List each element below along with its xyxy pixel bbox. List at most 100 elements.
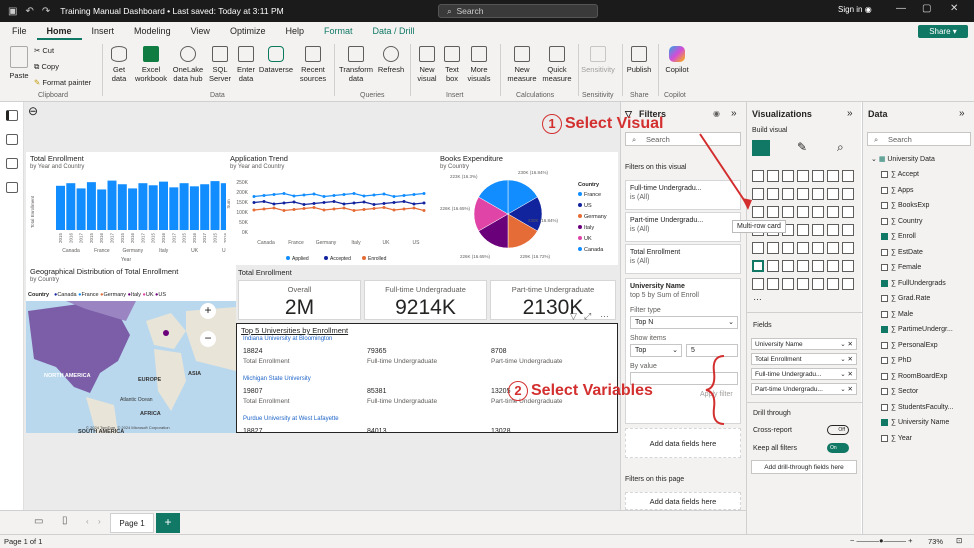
zoom-slider[interactable]: − ———●——— + xyxy=(850,536,912,545)
publish-button[interactable]: Publish xyxy=(624,46,654,74)
total-enrollment-chart[interactable]: Total Enrollment by Year and Country 201… xyxy=(26,152,226,265)
field-checkbox[interactable] xyxy=(881,357,888,364)
field-well-item[interactable]: Total Enrollment ⌄ ✕ xyxy=(751,353,857,365)
visual-type-icon[interactable] xyxy=(827,170,839,182)
visual-type-icon[interactable] xyxy=(812,170,824,182)
visual-type-icon[interactable] xyxy=(782,170,794,182)
minimize-icon[interactable]: — xyxy=(896,3,906,14)
global-search[interactable]: ⌕ Search xyxy=(438,4,598,18)
remove-field-icon[interactable]: ⌄ ✕ xyxy=(840,384,853,394)
data-field-item[interactable]: ∑ Country xyxy=(881,217,922,225)
tab-file[interactable]: File xyxy=(0,22,37,40)
redo-icon[interactable]: ↷ xyxy=(42,6,50,17)
focus-mode-icon[interactable]: ⤢ xyxy=(584,311,591,322)
visual-type-icon[interactable] xyxy=(812,260,824,272)
collapse-icon[interactable]: » xyxy=(959,108,965,119)
field-checkbox[interactable] xyxy=(881,217,888,225)
visual-type-icon[interactable] xyxy=(842,206,854,218)
data-field-item[interactable]: ∑ RoomBoardExp xyxy=(881,372,947,380)
data-field-item[interactable]: ∑ PartimeUndergr... xyxy=(881,326,953,333)
card-part-time[interactable]: Part-time Undergraduate 2130K xyxy=(490,280,616,320)
data-field-item[interactable]: ∑ Grad.Rate xyxy=(881,295,930,302)
sign-in[interactable]: Sign in ◉ xyxy=(838,5,872,14)
visual-type-icon[interactable] xyxy=(767,260,779,272)
data-field-item[interactable]: ∑ Year xyxy=(881,434,912,442)
visual-type-icon[interactable] xyxy=(782,278,794,290)
university-name-link[interactable]: Purdue University at West Lafayette xyxy=(243,416,339,422)
data-field-item[interactable]: ∑ Apps xyxy=(881,186,914,194)
filter-type-select[interactable]: Top N ⌄ xyxy=(630,316,738,329)
item-count-input[interactable]: 5 xyxy=(686,344,738,357)
more-visuals-icon[interactable]: … xyxy=(753,292,762,302)
visual-type-icon[interactable] xyxy=(752,206,764,218)
visual-type-icon[interactable] xyxy=(797,224,809,236)
field-checkbox[interactable] xyxy=(881,419,888,426)
visual-type-icon[interactable] xyxy=(797,278,809,290)
tab-home[interactable]: Home xyxy=(36,22,82,40)
field-checkbox[interactable] xyxy=(881,341,888,349)
transform-data-button[interactable]: Transform data xyxy=(338,46,374,83)
visual-type-icon[interactable] xyxy=(812,206,824,218)
visual-type-icon[interactable] xyxy=(752,170,764,182)
add-page-button[interactable]: + xyxy=(156,513,180,533)
dataverse-button[interactable]: Dataverse xyxy=(258,46,294,74)
collapse-icon[interactable]: » xyxy=(731,108,737,119)
data-field-item[interactable]: ∑ BooksExp xyxy=(881,202,929,209)
field-well-item[interactable]: Full-time Undergradu... ⌄ ✕ xyxy=(751,368,857,380)
field-checkbox[interactable] xyxy=(881,403,888,411)
visual-type-icon[interactable] xyxy=(827,278,839,290)
visual-type-icon[interactable] xyxy=(797,170,809,182)
data-field-item[interactable]: ∑ Accept xyxy=(881,171,919,178)
refresh-button[interactable]: Refresh xyxy=(376,46,406,74)
visual-type-icon[interactable] xyxy=(767,206,779,218)
field-checkbox[interactable] xyxy=(881,202,888,209)
field-checkbox[interactable] xyxy=(881,186,888,194)
visual-type-icon[interactable] xyxy=(767,278,779,290)
share-button[interactable]: Share ▾ xyxy=(918,25,968,38)
remove-field-icon[interactable]: ⌄ ✕ xyxy=(840,369,853,379)
analytics-tab-icon[interactable]: ⌕ xyxy=(837,140,844,155)
data-field-item[interactable]: ∑ Male xyxy=(881,310,913,318)
add-data-fields-visual[interactable]: Add data fields here xyxy=(625,428,741,458)
zoom-out-icon[interactable]: − xyxy=(200,331,216,347)
fit-page-icon[interactable]: ⊡ xyxy=(956,536,962,545)
filter-card-parttime[interactable]: Part-time Undergradu... is (All) xyxy=(625,212,741,242)
visual-type-icon[interactable] xyxy=(767,170,779,182)
copy-button[interactable]: ⧉ Copy xyxy=(34,62,59,71)
visual-type-icon[interactable] xyxy=(812,278,824,290)
university-name-link[interactable]: Michigan State University xyxy=(243,376,311,382)
visual-type-icon[interactable] xyxy=(812,242,824,254)
add-data-fields-page[interactable]: Add data fields here xyxy=(625,492,741,510)
enrollment-cards[interactable]: Total Enrollment Overall 2M Full-time Und… xyxy=(236,265,618,321)
visual-type-icon[interactable] xyxy=(767,188,779,200)
application-trend-chart[interactable]: Application Trend by Year and Country 25… xyxy=(226,152,436,265)
books-expenditure-chart[interactable]: Books Expenditure by Country 223K (16.3%… xyxy=(436,152,618,265)
data-search-input[interactable]: ⌕ Search xyxy=(867,132,971,146)
report-view-icon[interactable] xyxy=(6,110,18,121)
zoom-in-icon[interactable]: + xyxy=(200,303,216,319)
visual-type-icon[interactable] xyxy=(782,188,794,200)
tab-modeling[interactable]: Modeling xyxy=(124,22,181,40)
more-visuals-button[interactable]: More visuals xyxy=(464,46,494,83)
top5-multirow-card[interactable]: Top 5 Universities by Enrollment Indiana… xyxy=(236,323,618,433)
tab-optimize[interactable]: Optimize xyxy=(220,22,276,40)
desktop-layout-icon[interactable]: ▭ xyxy=(34,516,43,527)
data-field-item[interactable]: ∑ Enroll xyxy=(881,233,916,240)
visual-type-icon[interactable] xyxy=(842,242,854,254)
remove-field-icon[interactable]: ⌄ ✕ xyxy=(840,354,853,364)
visual-type-icon[interactable] xyxy=(827,260,839,272)
visual-type-icon[interactable] xyxy=(812,188,824,200)
filter-card-total[interactable]: Total Enrollment is (All) xyxy=(625,244,741,274)
visual-type-icon[interactable] xyxy=(827,242,839,254)
prev-page-icon[interactable]: ‹ xyxy=(86,517,89,526)
sensitivity-button[interactable]: Sensitivity xyxy=(580,46,616,74)
visual-type-icon[interactable] xyxy=(842,224,854,236)
field-checkbox[interactable] xyxy=(881,279,888,287)
apply-filter-button[interactable]: Apply filter xyxy=(700,391,740,398)
tab-data-drill[interactable]: Data / Drill xyxy=(362,22,424,40)
visual-type-icon[interactable] xyxy=(752,242,764,254)
visual-type-icon[interactable] xyxy=(827,206,839,218)
back-arrow-icon[interactable]: ⊖ xyxy=(28,104,38,118)
field-checkbox[interactable] xyxy=(881,310,888,318)
tab-view[interactable]: View xyxy=(181,22,220,40)
